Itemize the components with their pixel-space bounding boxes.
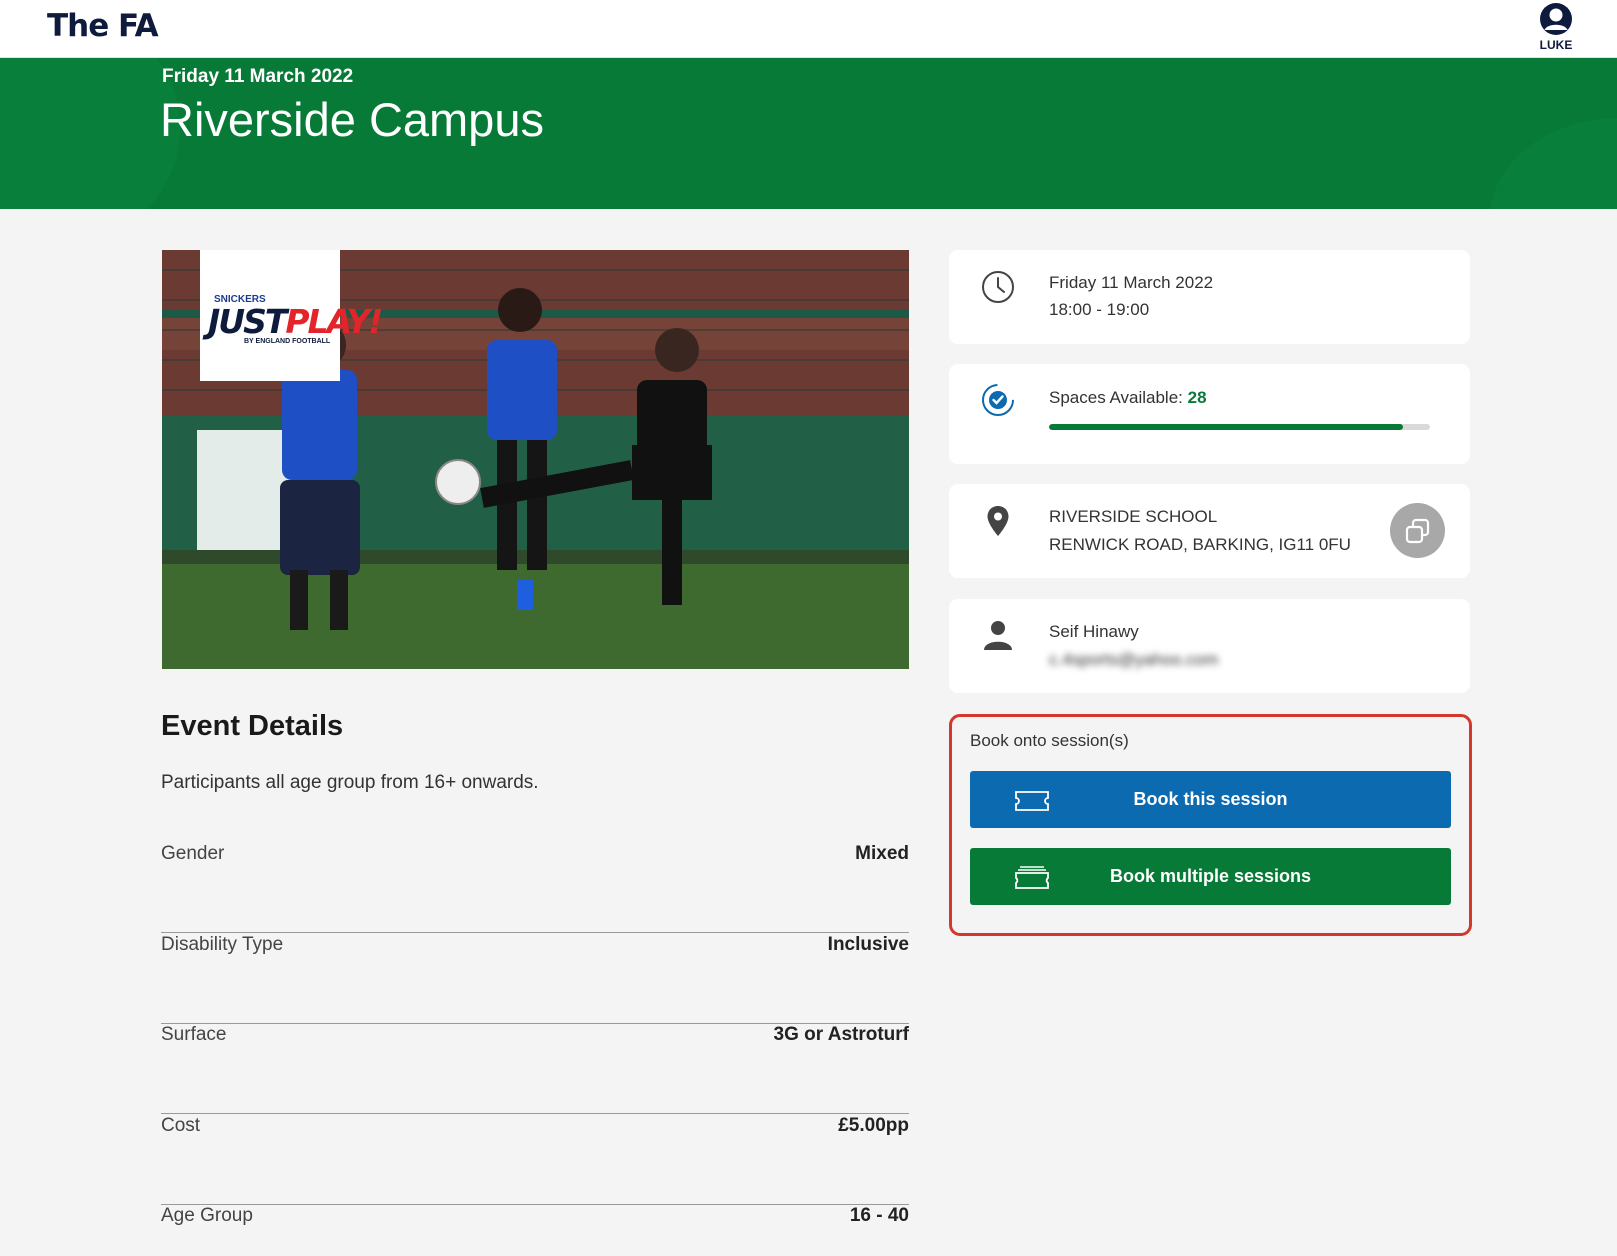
detail-value: £5.00pp	[838, 1115, 909, 1136]
detail-label: Surface	[161, 1024, 227, 1045]
user-name-label: LUKE	[1539, 38, 1573, 52]
detail-value: Inclusive	[827, 934, 909, 955]
venue-name: RIVERSIDE SCHOOL	[1049, 507, 1218, 526]
detail-label: Cost	[161, 1115, 201, 1136]
spaces-available: Spaces Available: 28	[1049, 388, 1207, 408]
datetime-card: Friday 11 March 2022 18:00 - 19:00	[949, 250, 1470, 344]
detail-value: Mixed	[855, 843, 909, 864]
detail-value: 3G or Astroturf	[773, 1024, 909, 1045]
location-card: RIVERSIDE SCHOOL RENWICK ROAD, BARKING, …	[949, 484, 1470, 578]
ticket-icon	[1015, 791, 1049, 811]
contact-card: Seif Hinawy c.4sports@yahoo.com	[949, 599, 1470, 693]
hero-date: Friday 11 March 2022	[162, 66, 354, 87]
book-multiple-sessions-label: Book multiple sessions	[1109, 866, 1312, 886]
brand-text: JUSTPLAY!	[208, 302, 383, 341]
spaces-count: 28	[1187, 388, 1207, 407]
tickets-stack-icon	[1015, 866, 1049, 889]
hero-banner: Friday 11 March 2022 Riverside Campus	[0, 58, 1617, 209]
spaces-progress-fill	[1049, 424, 1404, 430]
contact-name: Seif Hinawy	[1049, 622, 1139, 641]
spaces-label: Spaces Available:	[1049, 388, 1188, 407]
brand-accent: PLAY!	[285, 302, 383, 341]
detail-label: Disability Type	[161, 934, 284, 955]
copy-address-button[interactable]	[1390, 503, 1445, 558]
top-bar: The FA LUKE	[0, 0, 1617, 58]
person-icon	[984, 621, 1012, 650]
venue-address[interactable]: RENWICK ROAD, BARKING, IG11 0FU	[1049, 535, 1351, 555]
detail-row-surface: Surface 3G or Astroturf	[161, 1024, 909, 1114]
brand-tagline: BY ENGLAND FOOTBALL	[244, 338, 331, 345]
hero-decoration	[0, 58, 180, 209]
detail-row-disability-type: Disability Type Inclusive	[161, 934, 909, 1024]
detail-label: Gender	[161, 843, 225, 864]
clock-icon	[982, 271, 1014, 303]
book-this-session-label: Book this session	[1133, 789, 1288, 809]
booking-label: Book onto session(s)	[970, 731, 1129, 750]
detail-row-gender: Gender Mixed	[161, 843, 909, 933]
spaces-check-icon	[982, 384, 1014, 416]
contact-email[interactable]: c.4sports@yahoo.com	[1049, 650, 1218, 670]
detail-row-age-group: Age Group 16 - 40	[161, 1205, 909, 1256]
session-time: 18:00 - 19:00	[1049, 300, 1150, 319]
spaces-card: Spaces Available: 28	[949, 364, 1470, 464]
detail-row-cost: Cost £5.00pp	[161, 1115, 909, 1205]
hero-decoration	[1490, 118, 1617, 209]
copy-icon	[1405, 518, 1430, 544]
brand-main: JUST	[208, 302, 287, 341]
spaces-progress-bar	[1049, 424, 1430, 430]
page-title: Riverside Campus	[160, 93, 544, 146]
event-details-heading: Event Details	[161, 710, 344, 742]
event-description: Participants all age group from 16+ onwa…	[161, 772, 539, 793]
book-multiple-sessions-button[interactable]: Book multiple sessions	[970, 848, 1451, 905]
detail-value: 16 - 40	[849, 1205, 909, 1226]
user-icon	[1540, 3, 1572, 35]
user-menu[interactable]: LUKE	[1536, 2, 1576, 52]
detail-label: Age Group	[161, 1205, 253, 1226]
session-date: Friday 11 March 2022	[1049, 273, 1214, 292]
fa-logo[interactable]: The FA	[47, 8, 159, 44]
just-play-logo: SNICKERS JUSTPLAY! BY ENGLAND FOOTBALL	[200, 250, 383, 381]
book-this-session-button[interactable]: Book this session	[970, 771, 1451, 828]
location-pin-icon	[987, 506, 1009, 536]
booking-panel: Book onto session(s) Book this session B…	[949, 714, 1472, 936]
